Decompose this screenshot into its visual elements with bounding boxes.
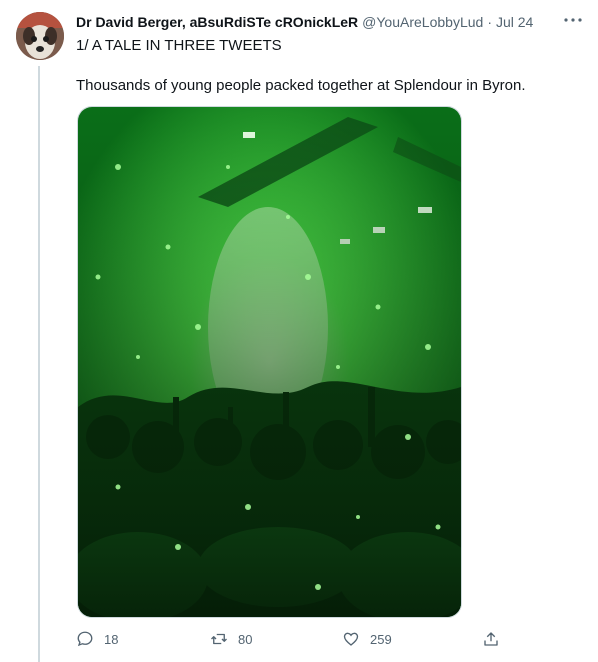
reply-button[interactable]: 18 xyxy=(76,630,118,648)
share-button[interactable] xyxy=(482,630,510,648)
share-icon xyxy=(484,632,498,646)
display-name[interactable]: Dr David Berger, aBsuRdiSTe cROnickLeR xyxy=(76,14,358,30)
tweet-date[interactable]: Jul 24 xyxy=(496,14,533,30)
reply-icon xyxy=(77,631,93,647)
header-separator: · xyxy=(487,14,492,30)
like-button[interactable]: 259 xyxy=(342,630,392,648)
tweet-text-line-2: Thousands of young people packed togethe… xyxy=(76,77,526,94)
retweet-icon xyxy=(211,633,227,645)
retweet-button[interactable]: 80 xyxy=(210,630,252,648)
tweet-actions: 18 80 259 xyxy=(76,630,516,652)
concert-crowd-image xyxy=(78,107,461,617)
like-count: 259 xyxy=(370,631,392,647)
avatar[interactable] xyxy=(16,12,64,60)
reply-count: 18 xyxy=(104,631,119,647)
like-icon xyxy=(343,632,359,646)
user-handle[interactable]: @YouAreLobbyLud xyxy=(362,14,483,30)
retweet-count: 80 xyxy=(238,631,253,647)
avatar-dog-image xyxy=(16,12,64,60)
tweet-header: Dr David Berger, aBsuRdiSTe cROnickLeR @… xyxy=(76,12,586,32)
thread-line xyxy=(38,66,40,662)
more-horizontal-icon[interactable] xyxy=(564,12,582,26)
tweet-text-line-1: 1/ A TALE IN THREE TWEETS xyxy=(76,37,282,54)
tweet-media-image[interactable] xyxy=(77,106,462,618)
